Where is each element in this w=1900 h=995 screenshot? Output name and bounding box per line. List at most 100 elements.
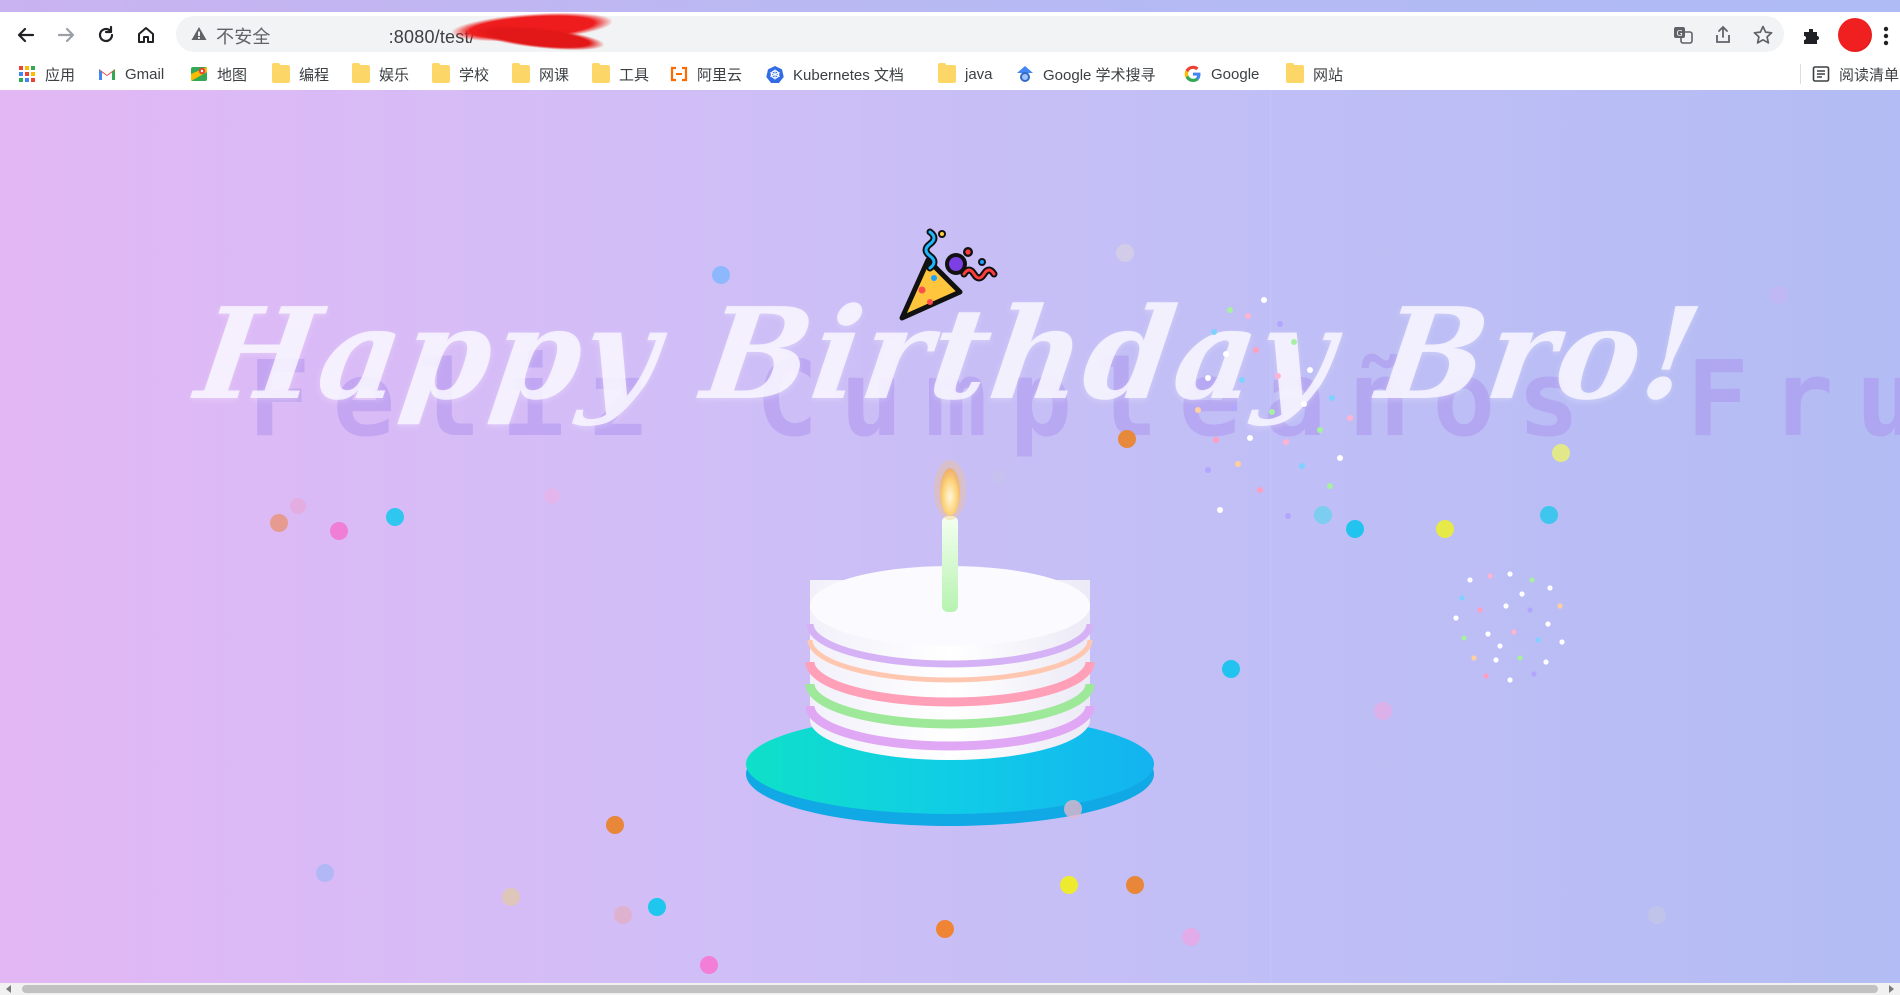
browser-toolbar: 不安全:8080/test/ G bbox=[0, 8, 1900, 58]
svg-text:G: G bbox=[1677, 29, 1683, 38]
reading-list-button[interactable]: 阅读清单 bbox=[1812, 63, 1899, 85]
confetti-dot bbox=[330, 522, 348, 540]
confetti-dot bbox=[1116, 244, 1134, 262]
arrow-right-icon bbox=[57, 27, 75, 43]
bookmark-google[interactable]: Google bbox=[1184, 63, 1259, 85]
maps-icon bbox=[191, 67, 207, 81]
bookmark-label: 工具 bbox=[619, 66, 650, 84]
folder-icon bbox=[1286, 63, 1304, 83]
bookmark-kubernetes[interactable]: Kubernetes 文档 bbox=[766, 63, 904, 85]
confetti-dot bbox=[1064, 800, 1082, 818]
bookmarks-separator bbox=[1800, 64, 1801, 84]
bookmark-label: 阿里云 bbox=[697, 66, 743, 84]
gmail-icon bbox=[99, 69, 115, 80]
bookmark-label: 编程 bbox=[299, 66, 330, 84]
security-label: 不安全 bbox=[216, 27, 271, 47]
scroll-right-arrow[interactable] bbox=[1889, 985, 1894, 993]
bookmark-label: 网课 bbox=[539, 66, 570, 84]
bookmarks-bar: 应用 Gmail 地图 编程 娱乐 学校 网课 工具 阿里云 Kubernete… bbox=[0, 58, 1900, 91]
star-icon[interactable] bbox=[1752, 24, 1774, 46]
horizontal-scrollbar[interactable] bbox=[0, 983, 1900, 995]
confetti-dot bbox=[936, 920, 954, 938]
party-popper-icon bbox=[899, 228, 998, 321]
home-button[interactable] bbox=[132, 21, 160, 49]
google-icon bbox=[1184, 65, 1201, 82]
birthday-cake-illustration bbox=[746, 460, 1154, 826]
bookmark-apps[interactable]: 应用 bbox=[18, 63, 75, 85]
bookmark-folder-entertainment[interactable]: 娱乐 bbox=[352, 63, 409, 85]
share-icon[interactable] bbox=[1712, 24, 1734, 46]
bookmark-folder-java[interactable]: java bbox=[938, 63, 993, 85]
folder-icon bbox=[432, 63, 450, 83]
bookmark-folder-programming[interactable]: 编程 bbox=[272, 63, 329, 85]
confetti-dot bbox=[1118, 430, 1136, 448]
confetti-dot bbox=[290, 498, 306, 514]
bookmark-folder-tools[interactable]: 工具 bbox=[592, 63, 649, 85]
extensions-icon[interactable] bbox=[1800, 26, 1824, 50]
address-bar[interactable]: 不安全:8080/test/ G bbox=[176, 8, 1784, 55]
scroll-thumb[interactable] bbox=[22, 985, 1878, 993]
confetti-dot bbox=[316, 864, 334, 882]
kubernetes-icon bbox=[766, 66, 784, 83]
more-vert-icon[interactable] bbox=[1880, 24, 1892, 48]
confetti-dot bbox=[1436, 520, 1454, 538]
confetti-dot bbox=[502, 888, 520, 906]
confetti-dot bbox=[648, 898, 666, 916]
confetti-dot bbox=[544, 488, 560, 504]
folder-icon bbox=[352, 63, 370, 83]
url-text: 不安全:8080/test/ bbox=[216, 23, 475, 49]
folder-icon bbox=[938, 63, 956, 83]
translate-icon[interactable]: G bbox=[1672, 24, 1694, 46]
scholar-icon bbox=[1017, 66, 1033, 82]
sparkle-burst-1 bbox=[1195, 297, 1353, 519]
confetti-dot bbox=[606, 816, 624, 834]
confetti-dot bbox=[1540, 506, 1558, 524]
folder-icon bbox=[272, 63, 290, 83]
bookmark-label: 学校 bbox=[459, 66, 490, 84]
confetti-dot bbox=[614, 906, 632, 924]
bookmark-label: java bbox=[965, 65, 993, 83]
reading-list-label: 阅读清单 bbox=[1839, 66, 1900, 84]
folder-icon bbox=[512, 63, 530, 83]
reload-icon bbox=[98, 25, 114, 43]
folder-icon bbox=[592, 63, 610, 83]
profile-avatar[interactable] bbox=[1838, 18, 1872, 52]
bookmark-label: Gmail bbox=[125, 65, 165, 83]
bookmark-aliyun[interactable]: 阿里云 bbox=[670, 63, 742, 85]
bookmark-label: Kubernetes 文档 bbox=[793, 66, 904, 84]
aliyun-icon bbox=[670, 66, 688, 82]
warning-icon bbox=[191, 27, 207, 40]
confetti-dot bbox=[712, 266, 730, 284]
reading-list-icon bbox=[1812, 66, 1830, 82]
apps-grid-icon bbox=[19, 66, 35, 82]
confetti-dot bbox=[386, 508, 404, 526]
confetti-dot bbox=[700, 956, 718, 974]
confetti-dot bbox=[1552, 444, 1570, 462]
bookmark-folder-courses[interactable]: 网课 bbox=[512, 63, 569, 85]
bookmark-label: 应用 bbox=[45, 66, 76, 84]
reload-button[interactable] bbox=[92, 21, 120, 49]
bookmark-label: 地图 bbox=[217, 66, 248, 84]
home-icon bbox=[138, 27, 154, 43]
scroll-left-arrow[interactable] bbox=[6, 985, 11, 993]
confetti-dot bbox=[1374, 702, 1392, 720]
confetti-dot bbox=[1126, 876, 1144, 894]
page-content: Feliz Cumpleaños Frutik! Happy Birthday … bbox=[0, 90, 1900, 983]
confetti-dot bbox=[270, 514, 288, 532]
confetti-dot bbox=[1648, 906, 1666, 924]
back-button[interactable] bbox=[12, 21, 40, 49]
confetti-dot bbox=[1770, 286, 1788, 304]
confetti-dot bbox=[992, 470, 1006, 484]
confetti-dot bbox=[1222, 660, 1240, 678]
confetti-dot bbox=[1060, 876, 1078, 894]
bookmark-google-scholar[interactable]: Google 学术搜寻 bbox=[1016, 63, 1156, 85]
bookmark-gmail[interactable]: Gmail bbox=[98, 63, 164, 85]
bookmark-label: Google 学术搜寻 bbox=[1043, 66, 1156, 84]
bookmark-label: 网站 bbox=[1313, 66, 1344, 84]
bookmark-folder-websites[interactable]: 网站 bbox=[1286, 63, 1343, 85]
sparkle-burst-2 bbox=[1453, 571, 1565, 683]
bookmark-folder-school[interactable]: 学校 bbox=[432, 63, 489, 85]
bookmark-maps[interactable]: 地图 bbox=[190, 63, 247, 85]
forward-button[interactable] bbox=[52, 21, 80, 49]
bookmark-label: Google bbox=[1211, 65, 1260, 83]
